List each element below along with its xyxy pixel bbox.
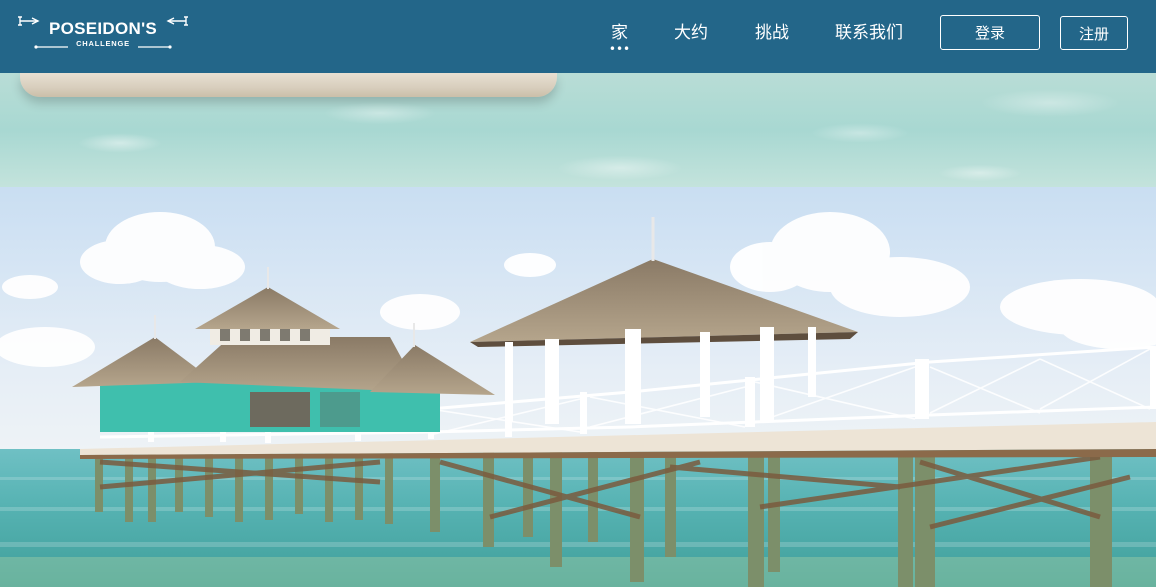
photo-icon xyxy=(0,187,1156,587)
hero-image xyxy=(0,187,1156,587)
login-button-label: 登录 xyxy=(974,24,1005,42)
login-button[interactable]: 登录 xyxy=(940,15,1040,50)
nav-item-home[interactable]: 家 ••• xyxy=(609,22,630,55)
content-card-bottom xyxy=(20,73,557,97)
register-button-label: 注册 xyxy=(1078,24,1109,43)
nav-item-about[interactable]: 大约 xyxy=(674,22,708,46)
nav-item-label: 联系我们 xyxy=(835,23,903,43)
site-logo[interactable]: POSEIDON'S CHALLENGE xyxy=(18,13,188,53)
site-header: POSEIDON'S CHALLENGE 家 ••• 大约 挑战 联系我们 登录… xyxy=(0,0,1156,73)
nav-item-label: 大约 xyxy=(674,23,708,43)
nav-item-contact[interactable]: 联系我们 xyxy=(835,22,903,46)
nav-item-label: 家 xyxy=(611,23,628,43)
nav-item-label: 挑战 xyxy=(755,23,789,43)
nav-item-challenge[interactable]: 挑战 xyxy=(755,22,789,46)
register-button[interactable]: 注册 xyxy=(1060,16,1128,50)
active-indicator: ••• xyxy=(608,42,631,56)
logo-subtitle: CHALLENGE xyxy=(76,39,130,48)
logo-wordmark: POSEIDON'S xyxy=(48,19,158,38)
